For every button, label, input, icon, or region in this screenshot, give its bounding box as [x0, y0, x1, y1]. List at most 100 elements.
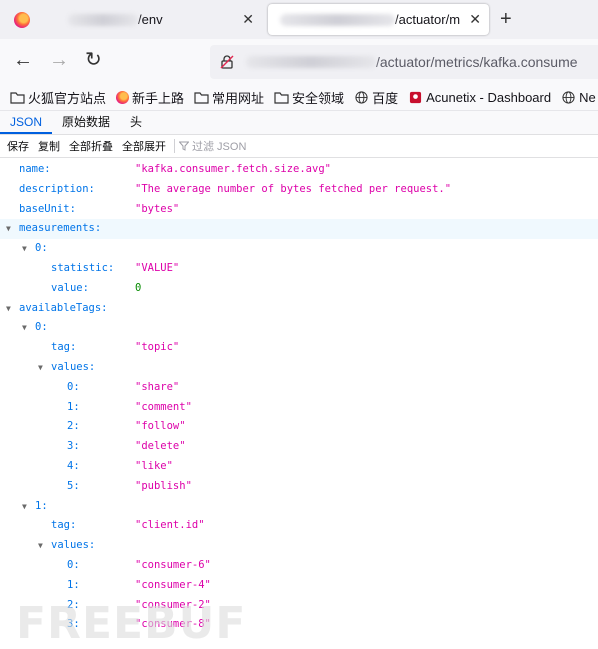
- globe-icon: [562, 90, 575, 104]
- redacted-host: [280, 13, 395, 26]
- json-string-value: "The average number of bytes fetched per…: [135, 182, 452, 195]
- json-row-value-item[interactable]: 1: "comment": [0, 398, 598, 418]
- json-row-tag-0[interactable]: ▼ 0:: [0, 318, 598, 338]
- json-row-value-item[interactable]: 2: "follow": [0, 417, 598, 437]
- copy-button[interactable]: 复制: [38, 138, 60, 154]
- redacted-host: [68, 13, 138, 26]
- firefox-icon: [116, 90, 130, 104]
- tab-raw-data[interactable]: 原始数据: [52, 111, 120, 134]
- json-string-value: "consumer-6": [135, 558, 211, 571]
- json-row-value[interactable]: value: 0: [0, 279, 598, 299]
- close-icon[interactable]: ✕: [242, 11, 254, 28]
- bookmark-link[interactable]: Acunetix - Dashboard: [408, 90, 551, 105]
- json-key: 0:: [67, 558, 80, 571]
- bookmarks-toolbar: 火狐官方站点 新手上路 常用网址 安全领域 百度 Acunetix - Dash…: [0, 84, 598, 111]
- browser-tab-actuator[interactable]: /actuator/m ✕: [268, 4, 489, 35]
- json-row-values[interactable]: ▼ values:: [0, 358, 598, 378]
- collapse-all-button[interactable]: 全部折叠: [69, 138, 113, 154]
- json-key: 0:: [67, 380, 80, 393]
- json-row-name[interactable]: name: "kafka.consumer.fetch.size.avg": [0, 160, 598, 180]
- filter-icon: [179, 141, 189, 151]
- tab-json[interactable]: JSON: [0, 111, 53, 134]
- json-key: tag:: [51, 519, 77, 532]
- back-arrow-icon[interactable]: ←: [13, 50, 33, 70]
- bookmark-folder[interactable]: 火狐官方站点: [10, 88, 106, 107]
- forward-arrow-icon[interactable]: →: [49, 50, 69, 70]
- globe-icon: [355, 90, 368, 104]
- close-icon[interactable]: ✕: [469, 11, 481, 28]
- url-text: /actuator/metrics/kafka.consume: [376, 54, 578, 70]
- tab-headers[interactable]: 头: [120, 111, 152, 134]
- json-number-value: 0: [135, 281, 142, 294]
- json-row-statistic[interactable]: statistic: "VALUE": [0, 259, 598, 279]
- insecure-lock-icon[interactable]: [220, 55, 234, 69]
- json-row-baseunit[interactable]: baseUnit: "bytes": [0, 200, 598, 220]
- bookmark-folder[interactable]: 常用网址: [194, 88, 264, 107]
- json-row-tag-name[interactable]: tag: "topic": [0, 338, 598, 358]
- expand-triangle-icon[interactable]: ▼: [6, 219, 11, 239]
- save-button[interactable]: 保存: [7, 138, 29, 154]
- json-row-value-item[interactable]: 5: "publish": [0, 477, 598, 497]
- json-row-tag-1[interactable]: ▼ 1:: [0, 497, 598, 517]
- reload-icon[interactable]: ↻: [85, 50, 102, 70]
- json-row-value-item[interactable]: 1: "consumer-4": [0, 576, 598, 596]
- browser-tab-env[interactable]: /env ✕: [4, 4, 262, 35]
- filter-placeholder: 过滤 JSON: [192, 141, 247, 153]
- json-key: description:: [19, 182, 95, 195]
- json-tree: name: "kafka.consumer.fetch.size.avg" de…: [0, 160, 598, 635]
- json-row-tag-name[interactable]: tag: "client.id": [0, 516, 598, 536]
- json-key: 3:: [67, 440, 80, 453]
- json-string-value: "topic": [135, 341, 180, 354]
- json-row-values[interactable]: ▼ values:: [0, 536, 598, 556]
- json-string-value: "consumer-4": [135, 578, 211, 591]
- json-row-value-item[interactable]: 0: "consumer-6": [0, 556, 598, 576]
- json-viewer-tabs: JSON 原始数据 头: [0, 111, 598, 135]
- expand-triangle-icon[interactable]: ▼: [38, 358, 43, 378]
- json-key: 5:: [67, 479, 80, 492]
- json-string-value: "bytes": [135, 202, 180, 215]
- json-row-availabletags[interactable]: ▼ availableTags:: [0, 299, 598, 319]
- json-key: 1:: [67, 400, 80, 413]
- json-key: 0:: [35, 242, 48, 255]
- redacted-host: [246, 56, 376, 68]
- bookmark-link[interactable]: 新手上路: [116, 88, 184, 107]
- expand-triangle-icon[interactable]: ▼: [22, 318, 27, 338]
- tab-title: /env: [138, 12, 163, 27]
- expand-triangle-icon[interactable]: ▼: [6, 299, 11, 319]
- address-bar[interactable]: /actuator/metrics/kafka.consume: [210, 45, 598, 79]
- json-key: measurements:: [19, 222, 102, 235]
- json-string-value: "client.id": [135, 519, 205, 532]
- json-key: tag:: [51, 341, 77, 354]
- json-key: baseUnit:: [19, 202, 76, 215]
- json-row-value-item[interactable]: 0: "share": [0, 378, 598, 398]
- json-string-value: "like": [135, 459, 173, 472]
- bookmark-link[interactable]: Ne: [561, 90, 596, 105]
- folder-icon: [274, 91, 289, 104]
- json-string-value: "comment": [135, 400, 192, 413]
- expand-triangle-icon[interactable]: ▼: [22, 497, 27, 517]
- new-tab-icon[interactable]: +: [500, 9, 512, 29]
- json-key: values:: [51, 360, 96, 373]
- expand-triangle-icon[interactable]: ▼: [38, 536, 43, 556]
- json-string-value: "kafka.consumer.fetch.size.avg": [135, 163, 331, 175]
- navigation-bar: ← → ↻ /actuator/metrics/kafka.consume: [0, 39, 598, 85]
- json-row-measurements[interactable]: ▼ measurements:: [0, 219, 598, 240]
- json-key: availableTags:: [19, 301, 108, 314]
- bookmark-folder[interactable]: 安全领域: [274, 88, 344, 107]
- json-row-measurement-0[interactable]: ▼ 0:: [0, 239, 598, 259]
- folder-icon: [10, 91, 25, 104]
- browser-tab-strip: /env ✕ /actuator/m ✕ +: [0, 0, 598, 39]
- toolbar-divider: [174, 139, 175, 153]
- json-key: values:: [51, 539, 96, 552]
- json-key: 1:: [35, 499, 48, 512]
- json-key: 1:: [67, 578, 80, 591]
- json-row-value-item[interactable]: 3: "delete": [0, 437, 598, 457]
- bookmark-link[interactable]: 百度: [354, 88, 398, 107]
- expand-all-button[interactable]: 全部展开: [122, 138, 166, 154]
- json-key: name:: [19, 163, 51, 175]
- json-key: value:: [51, 281, 89, 294]
- filter-json-input[interactable]: 过滤 JSON: [179, 138, 246, 154]
- json-row-description[interactable]: description: "The average number of byte…: [0, 180, 598, 200]
- json-row-value-item[interactable]: 4: "like": [0, 457, 598, 477]
- expand-triangle-icon[interactable]: ▼: [22, 239, 27, 259]
